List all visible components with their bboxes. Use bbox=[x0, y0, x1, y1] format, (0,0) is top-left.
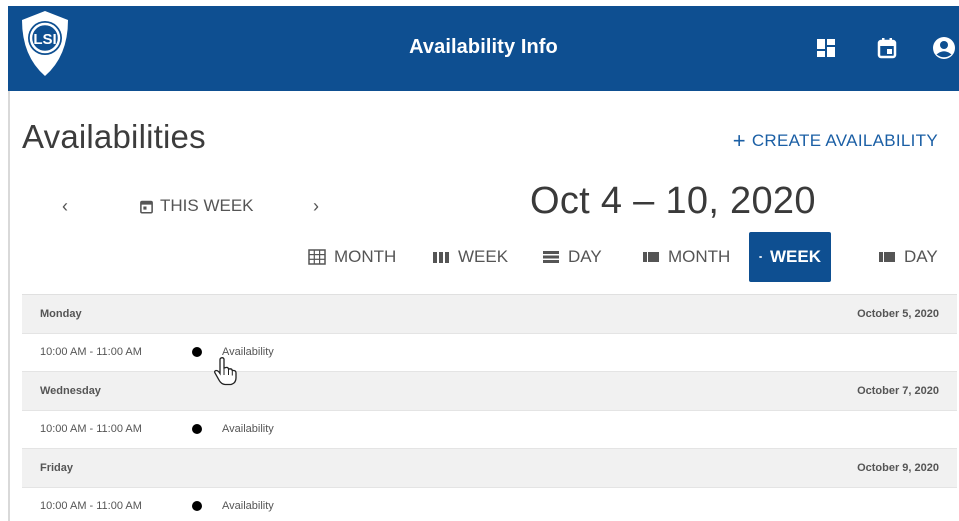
date-range-title: Oct 4 – 10, 2020 bbox=[530, 180, 816, 222]
dashboard-icon[interactable] bbox=[814, 36, 838, 60]
view-week-button[interactable]: WEEK bbox=[422, 232, 518, 282]
day-header-row: Wednesday October 7, 2020 bbox=[22, 372, 957, 411]
grid-calendar-icon bbox=[308, 249, 326, 265]
calendar-icon[interactable] bbox=[875, 36, 899, 60]
day-date: October 5, 2020 bbox=[857, 307, 939, 320]
agenda-day-button[interactable]: DAY bbox=[868, 232, 948, 282]
event-dot-icon bbox=[192, 347, 202, 358]
app-bar: LSI Availability Info bbox=[8, 6, 959, 91]
day-name: Friday bbox=[40, 461, 74, 474]
view-label: WEEK bbox=[770, 247, 821, 266]
view-label: MONTH bbox=[334, 247, 397, 266]
next-week-button[interactable]: › bbox=[313, 196, 319, 217]
hand-pointer-icon bbox=[214, 357, 237, 386]
view-label: DAY bbox=[904, 247, 938, 266]
agenda-list: Monday October 5, 2020 10:00 AM - 11:00 … bbox=[22, 294, 957, 521]
agenda-month-button[interactable]: MONTH bbox=[632, 232, 740, 282]
view-month-button[interactable]: MONTH bbox=[298, 232, 406, 282]
event-row[interactable]: 10:00 AM - 11:00 AM Availability bbox=[22, 487, 957, 521]
create-availability-button[interactable]: + CREATE AVAILABILITY bbox=[733, 128, 938, 154]
agenda-week-button[interactable]: WEEK bbox=[749, 232, 831, 282]
calendar-today-icon bbox=[140, 200, 153, 214]
event-row[interactable]: 10:00 AM - 11:00 AM Availability bbox=[22, 333, 957, 372]
plus-icon: + bbox=[732, 128, 746, 153]
agenda-day-icon bbox=[879, 252, 895, 262]
event-time: 10:00 AM - 11:00 AM bbox=[40, 346, 142, 359]
day-name: Monday bbox=[40, 307, 82, 320]
day-list-icon bbox=[543, 251, 559, 263]
event-dot-icon bbox=[192, 424, 202, 435]
event-row[interactable]: 10:00 AM - 11:00 AM Availability bbox=[22, 410, 957, 449]
event-dot-icon bbox=[192, 501, 202, 512]
view-label: DAY bbox=[568, 247, 602, 266]
day-header-row: Monday October 5, 2020 bbox=[22, 295, 957, 334]
day-date: October 7, 2020 bbox=[857, 384, 939, 397]
day-header-row: Friday October 9, 2020 bbox=[22, 449, 957, 488]
view-label: WEEK bbox=[458, 247, 509, 266]
event-title[interactable]: Availability bbox=[222, 423, 274, 435]
event-time: 10:00 AM - 11:00 AM bbox=[40, 423, 142, 436]
previous-week-button[interactable]: ‹ bbox=[62, 196, 68, 217]
week-columns-icon bbox=[433, 252, 449, 263]
agenda-month-icon bbox=[643, 252, 659, 262]
day-name: Wednesday bbox=[40, 384, 101, 397]
event-title[interactable]: Availability bbox=[222, 500, 274, 512]
view-day-button[interactable]: DAY bbox=[532, 232, 612, 282]
page-title: Availabilities bbox=[22, 118, 206, 155]
page-border bbox=[8, 91, 10, 521]
create-availability-label: CREATE AVAILABILITY bbox=[751, 131, 938, 150]
agenda-week-icon bbox=[759, 256, 762, 258]
view-label: MONTH bbox=[668, 247, 731, 266]
account-icon[interactable] bbox=[932, 36, 956, 60]
this-week-label: THIS WEEK bbox=[160, 196, 254, 215]
day-date: October 9, 2020 bbox=[857, 461, 939, 474]
event-time: 10:00 AM - 11:00 AM bbox=[40, 500, 142, 513]
this-week-button[interactable]: THIS WEEK bbox=[139, 196, 254, 216]
